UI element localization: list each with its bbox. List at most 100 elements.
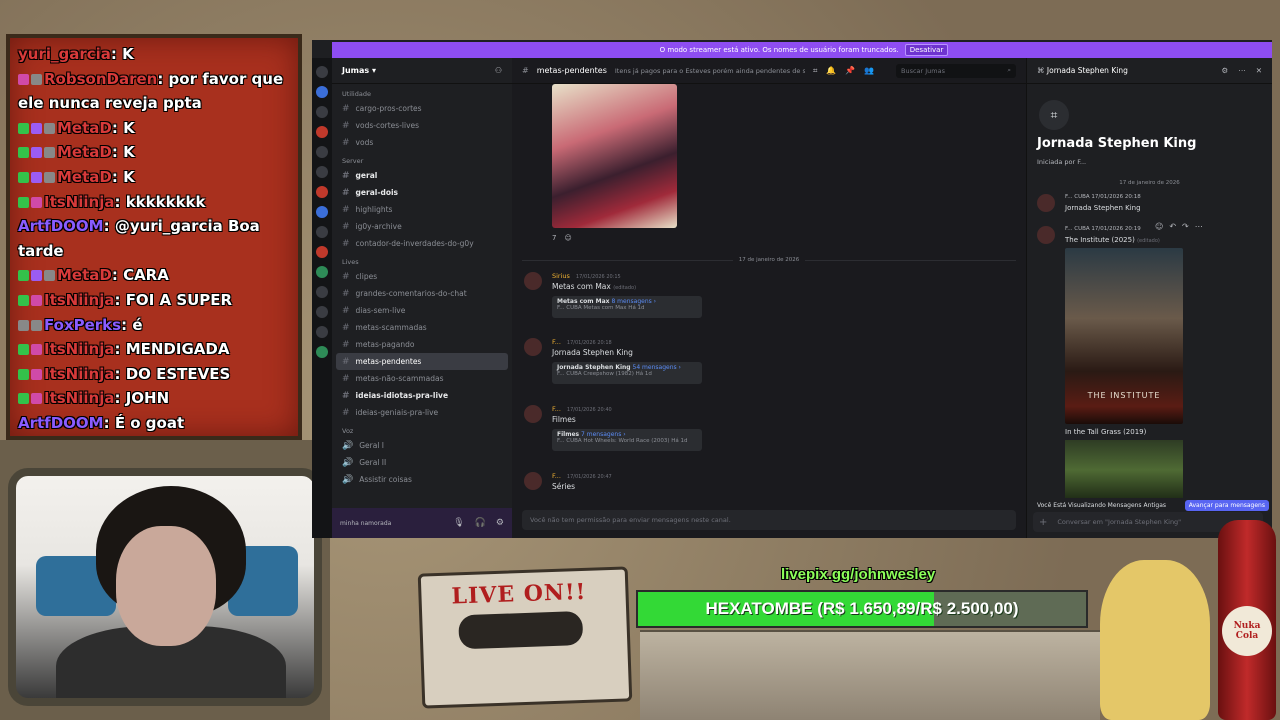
text-channel[interactable]: # grandes-comentarios-do-chat xyxy=(332,285,512,302)
voice-channel[interactable]: 🔊 Geral I xyxy=(332,437,512,454)
text-channel[interactable]: # vods xyxy=(332,134,512,151)
plus-icon[interactable]: + xyxy=(1039,517,1047,528)
chat-username[interactable]: ItsNiinja xyxy=(44,389,114,407)
reaction-count[interactable]: 7 xyxy=(552,234,556,242)
add-reaction-icon[interactable]: ☺ xyxy=(564,234,571,242)
headphones-icon[interactable]: 🎧 xyxy=(475,518,486,528)
thread-preview[interactable]: Metas com Max 8 mensagens › F... CUBA Met… xyxy=(552,296,702,318)
chat-username[interactable]: ArtfDOOM xyxy=(18,414,104,432)
text-channel[interactable]: # highlights xyxy=(332,201,512,218)
author-name[interactable]: Sirius xyxy=(552,272,570,280)
text-channel[interactable]: # metas-pagando xyxy=(332,336,512,353)
thread-preview[interactable]: Filmes 7 mensagens › F... CUBA Hot Wheels… xyxy=(552,429,702,451)
server-icon[interactable] xyxy=(316,186,328,198)
category-server[interactable]: Server xyxy=(332,151,512,167)
chat-username[interactable]: MetaD xyxy=(57,143,112,161)
avatar[interactable] xyxy=(1037,226,1055,244)
category-voz[interactable]: Voz xyxy=(332,421,512,437)
text-channel[interactable]: # dias-sem-live xyxy=(332,302,512,319)
bell-icon[interactable]: 🔔 xyxy=(826,66,836,76)
chat-username[interactable]: ItsNiinja xyxy=(44,291,114,309)
channel-topic[interactable]: Itens já pagos para o Esteves porém aind… xyxy=(615,67,805,75)
text-channel[interactable]: # cargo-pros-cortes xyxy=(332,100,512,117)
chat-username[interactable]: RobsonDaren xyxy=(44,70,157,88)
server-icon[interactable] xyxy=(316,266,328,278)
server-icon[interactable] xyxy=(316,226,328,238)
server-icon[interactable] xyxy=(316,346,328,358)
members-icon[interactable]: 👥 xyxy=(864,66,874,76)
server-icon[interactable] xyxy=(316,126,328,138)
chat-username[interactable]: ItsNiinja xyxy=(44,340,114,358)
text-channel[interactable]: # vods-cortes-lives xyxy=(332,117,512,134)
search-input[interactable]: Buscar Jumas ⌕ xyxy=(896,63,1016,78)
more-icon[interactable]: ⋯ xyxy=(1238,66,1246,75)
text-channel[interactable]: # geral xyxy=(332,167,512,184)
threads-icon[interactable]: ⌗ xyxy=(813,66,818,76)
avatar[interactable] xyxy=(1037,194,1055,212)
text-channel[interactable]: # clipes xyxy=(332,268,512,285)
voice-channel[interactable]: 🔊 Geral II xyxy=(332,454,512,471)
voice-channel[interactable]: 🔊 Assistir coisas xyxy=(332,471,512,488)
thread-message-count[interactable]: 7 mensagens › xyxy=(581,431,626,438)
server-icon[interactable] xyxy=(316,106,328,118)
message-author[interactable]: Sirius 17/01/2026 20:15 xyxy=(552,272,621,280)
message-author[interactable]: F... 17/01/2026 20:18 xyxy=(552,338,612,346)
text-channel[interactable]: # contador-de-inverdades-do-g0y xyxy=(332,235,512,252)
avatar[interactable] xyxy=(524,405,542,423)
server-icon[interactable] xyxy=(316,206,328,218)
text-channel[interactable]: # ig0y-archive xyxy=(332,218,512,235)
text-channel[interactable]: # metas-scammadas xyxy=(332,319,512,336)
message-author[interactable]: F... 17/01/2026 20:40 xyxy=(552,405,612,413)
chat-username[interactable]: ItsNiinja xyxy=(44,365,114,383)
thread-message-count[interactable]: 8 mensagens › xyxy=(611,298,656,305)
chat-username[interactable]: yuri_garcia xyxy=(18,45,111,63)
jump-to-present-button[interactable]: Avançar para mensagens xyxy=(1184,499,1269,511)
chat-username[interactable]: FoxPerks xyxy=(44,316,121,334)
server-icon[interactable] xyxy=(316,286,328,298)
disable-streamer-button[interactable]: Desativar xyxy=(904,44,949,56)
server-icon[interactable] xyxy=(316,306,328,318)
thread-settings-icon[interactable]: ⚙ xyxy=(1221,66,1228,75)
pin-icon[interactable]: 📌 xyxy=(845,66,855,76)
server-icon[interactable] xyxy=(316,146,328,158)
guild-header[interactable]: Jumas ▾ ⚇ xyxy=(332,58,512,84)
author-name[interactable]: F... xyxy=(552,405,561,413)
add-friend-icon[interactable]: ⚇ xyxy=(495,66,502,75)
chat-username[interactable]: MetaD xyxy=(57,266,112,284)
forward-icon[interactable]: ↷ xyxy=(1182,222,1189,231)
text-channel[interactable]: # ideias-idiotas-pra-live xyxy=(332,387,512,404)
avatar[interactable] xyxy=(524,338,542,356)
chat-username[interactable]: MetaD xyxy=(57,119,112,137)
server-icon[interactable] xyxy=(316,166,328,178)
the-institute-poster[interactable]: THE INSTITUTE xyxy=(1065,248,1183,424)
server-icon[interactable] xyxy=(316,246,328,258)
chat-username[interactable]: ItsNiinja xyxy=(44,193,114,211)
text-channel[interactable]: # metas-pendentes xyxy=(336,353,508,370)
thread-preview[interactable]: Jornada Stephen King 54 mensagens › F... … xyxy=(552,362,702,384)
microphone-icon[interactable]: 🎙 xyxy=(453,518,464,528)
tall-grass-poster[interactable] xyxy=(1065,440,1183,500)
close-icon[interactable]: ✕ xyxy=(1256,66,1262,75)
category-lives[interactable]: Lives xyxy=(332,252,512,268)
emoji-icon[interactable]: ☺ xyxy=(1155,222,1163,231)
category-utilidade[interactable]: Utilidade xyxy=(332,84,512,100)
author-name[interactable]: F... xyxy=(552,472,561,480)
text-channel[interactable]: # ideias-geniais-pra-live xyxy=(332,404,512,421)
server-icon[interactable] xyxy=(316,86,328,98)
server-icon[interactable] xyxy=(316,326,328,338)
author-name[interactable]: F... xyxy=(552,338,561,346)
message-composer[interactable]: Você não tem permissão para enviar mensa… xyxy=(522,510,1016,530)
manga-cover-image[interactable] xyxy=(552,84,677,228)
chat-username[interactable]: MetaD xyxy=(57,168,112,186)
text-channel[interactable]: # geral-dois xyxy=(332,184,512,201)
thread-message-count[interactable]: 54 mensagens › xyxy=(633,364,681,371)
reply-icon[interactable]: ↶ xyxy=(1169,222,1176,231)
chat-username[interactable]: ArtfDOOM xyxy=(18,217,104,235)
text-channel[interactable]: # metas-não-scammadas xyxy=(332,370,512,387)
avatar[interactable] xyxy=(524,272,542,290)
message-author[interactable]: F... 17/01/2026 20:47 xyxy=(552,472,612,480)
settings-gear-icon[interactable]: ⚙ xyxy=(496,518,504,528)
more-icon[interactable]: ⋯ xyxy=(1195,222,1203,231)
avatar[interactable] xyxy=(524,472,542,490)
server-icon[interactable] xyxy=(316,66,328,78)
